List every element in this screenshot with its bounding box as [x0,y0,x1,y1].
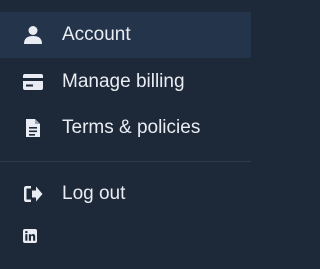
user-icon [22,24,44,46]
menu-item-log-out-label: Log out [62,183,126,204]
menu-item-account-label: Account [62,24,131,45]
user-menu: Account Manage billing Terms & policies [0,0,251,269]
document-icon [22,117,44,139]
logout-icon [22,183,44,205]
menu-item-manage-billing-label: Manage billing [62,71,185,92]
credit-card-icon [22,71,44,93]
menu-item-terms-policies[interactable]: Terms & policies [0,105,251,151]
linkedin-icon[interactable] [23,229,37,243]
menu-divider [0,161,251,162]
menu-item-log-out[interactable]: Log out [0,171,251,217]
menu-item-terms-policies-label: Terms & policies [62,117,201,138]
menu-top-strip [0,0,251,10]
menu-item-manage-billing[interactable]: Manage billing [0,59,251,105]
menu-item-account[interactable]: Account [0,12,251,58]
